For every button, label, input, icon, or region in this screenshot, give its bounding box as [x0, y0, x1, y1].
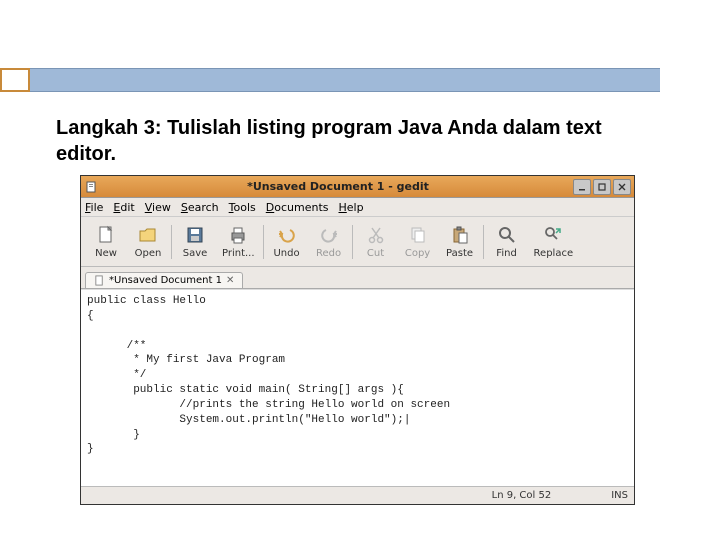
insert-mode: INS [611, 490, 628, 501]
print-button[interactable]: Print... [216, 222, 261, 261]
close-button[interactable] [613, 179, 631, 195]
cut-button[interactable]: Cut [355, 222, 397, 261]
find-icon [496, 224, 518, 246]
print-label: Print... [222, 248, 255, 259]
new-file-icon [95, 224, 117, 246]
cut-label: Cut [367, 248, 384, 259]
menu-search[interactable]: Search [181, 201, 219, 214]
new-label: New [95, 248, 117, 259]
replace-icon [542, 224, 564, 246]
paste-label: Paste [446, 248, 473, 259]
gedit-window: *Unsaved Document 1 - gedit File Edit Vi… [80, 175, 635, 505]
menu-tools[interactable]: Tools [229, 201, 256, 214]
tabbar: *Unsaved Document 1 ✕ [81, 267, 634, 289]
toolbar-separator [352, 225, 353, 259]
save-button[interactable]: Save [174, 222, 216, 261]
undo-icon [276, 224, 298, 246]
redo-label: Redo [316, 248, 341, 259]
print-icon [227, 224, 249, 246]
copy-label: Copy [405, 248, 430, 259]
find-label: Find [496, 248, 517, 259]
document-icon [94, 275, 105, 286]
undo-label: Undo [273, 248, 299, 259]
menu-view[interactable]: View [145, 201, 171, 214]
tab-close-icon[interactable]: ✕ [226, 275, 234, 286]
orange-accent-box [0, 68, 30, 92]
instruction-text: Langkah 3: Tulislah listing program Java… [56, 115, 656, 167]
document-tab[interactable]: *Unsaved Document 1 ✕ [85, 272, 243, 288]
redo-icon [318, 224, 340, 246]
blue-accent-bar [30, 68, 660, 92]
replace-button[interactable]: Replace [528, 222, 580, 261]
statusbar: Ln 9, Col 52 INS [81, 486, 634, 504]
find-button[interactable]: Find [486, 222, 528, 261]
save-icon [184, 224, 206, 246]
cursor-position: Ln 9, Col 52 [492, 490, 552, 501]
menu-file[interactable]: File [85, 201, 103, 214]
menu-help[interactable]: Help [339, 201, 364, 214]
copy-button[interactable]: Copy [397, 222, 439, 261]
titlebar: *Unsaved Document 1 - gedit [81, 176, 634, 198]
menubar: File Edit View Search Tools Documents He… [81, 198, 634, 217]
minimize-button[interactable] [573, 179, 591, 195]
redo-button[interactable]: Redo [308, 222, 350, 261]
code-editor[interactable]: public class Hello { /** * My first Java… [81, 289, 634, 486]
menu-documents[interactable]: Documents [266, 201, 329, 214]
paste-button[interactable]: Paste [439, 222, 481, 261]
copy-icon [407, 224, 429, 246]
paste-icon [449, 224, 471, 246]
maximize-button[interactable] [593, 179, 611, 195]
toolbar-separator [171, 225, 172, 259]
undo-button[interactable]: Undo [266, 222, 308, 261]
cut-icon [365, 224, 387, 246]
open-button[interactable]: Open [127, 222, 169, 261]
toolbar-separator [263, 225, 264, 259]
folder-open-icon [137, 224, 159, 246]
app-icon [81, 181, 103, 193]
slide-header-bar [0, 68, 660, 92]
toolbar-separator [483, 225, 484, 259]
toolbar: New Open Save Print... Undo Redo Cut [81, 217, 634, 267]
replace-label: Replace [534, 248, 574, 259]
menu-edit[interactable]: Edit [113, 201, 134, 214]
tab-label: *Unsaved Document 1 [109, 275, 222, 286]
new-button[interactable]: New [85, 222, 127, 261]
window-title: *Unsaved Document 1 - gedit [103, 180, 573, 193]
save-label: Save [183, 248, 208, 259]
open-label: Open [135, 248, 162, 259]
